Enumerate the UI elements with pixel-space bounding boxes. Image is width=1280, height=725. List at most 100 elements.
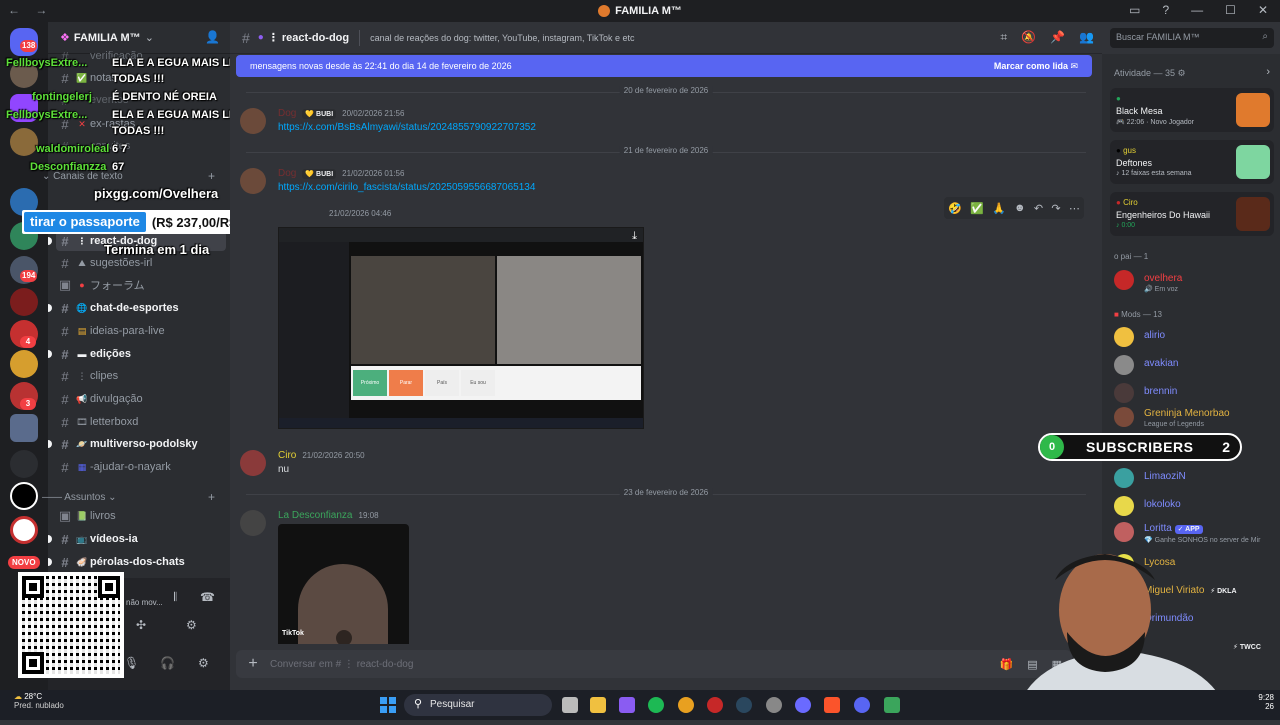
add-channel-icon[interactable]: +: [208, 169, 215, 183]
message-link[interactable]: https://x.com/cirilo_fascista/status/202…: [278, 182, 535, 193]
taskbar-search[interactable]: Pesquisar: [404, 694, 552, 716]
activity-card[interactable]: ● Black Mesa 🎮 22:06 · Novo Jogador: [1110, 88, 1274, 132]
server-icon[interactable]: [10, 482, 38, 510]
stream-chat-line: É DENTO NÉ OREIA: [112, 91, 217, 103]
settings-gear-icon[interactable]: ⚙: [198, 656, 209, 670]
message-author[interactable]: Dog: [278, 168, 296, 179]
member-name: Loritta ✓ APP: [1144, 523, 1203, 534]
activities-icon[interactable]: ✣: [136, 618, 146, 632]
download-icon[interactable]: ⤓: [632, 230, 637, 243]
new-messages-banner[interactable]: mensagens novas desde às 22:41 do dia 14…: [236, 55, 1092, 77]
search-input[interactable]: Buscar FAMILIA M™ ⌕: [1110, 28, 1274, 48]
member-item[interactable]: Greninja Menorbao League of Legends: [1114, 405, 1274, 429]
avatar[interactable]: [240, 108, 266, 134]
brave-icon[interactable]: [824, 697, 840, 713]
window-controls[interactable]: ▭ ? — ☐ ✕: [1129, 3, 1268, 17]
members-icon[interactable]: 👥: [1079, 30, 1094, 45]
inbox-icon[interactable]: ▭: [1129, 3, 1140, 17]
member-item[interactable]: lokoloko: [1114, 494, 1274, 518]
avatar[interactable]: [240, 168, 266, 194]
threads-icon[interactable]: ⌗: [1000, 30, 1007, 45]
reaction-icon[interactable]: ✅: [970, 202, 984, 215]
member-item[interactable]: avakian: [1114, 353, 1274, 377]
add-channel-icon[interactable]: +: [208, 490, 215, 504]
avatar[interactable]: [240, 510, 266, 536]
channel-videos-ia[interactable]: # 📺 vídeos-ia: [48, 529, 226, 549]
forward-icon[interactable]: ↷: [1051, 202, 1060, 215]
channel-letterboxd[interactable]: # 🎞 letterboxd: [56, 412, 226, 432]
member-item[interactable]: alirio: [1114, 325, 1274, 349]
message-composer[interactable]: + Conversar em # ⋮ react-do-dog 🎁 ▤ ▦: [236, 650, 1072, 678]
maximize-icon[interactable]: ☐: [1225, 3, 1236, 17]
channel-ajudar-o-nayark[interactable]: # ▦ -ajudar-o-nayark: [56, 457, 226, 477]
message-author[interactable]: Dog: [278, 108, 296, 119]
steam-icon[interactable]: [736, 697, 752, 713]
channel-topic[interactable]: canal de reações do dog: twitter, YouTub…: [370, 33, 634, 43]
channel-edicoes[interactable]: # ▬ edições: [48, 344, 226, 364]
channel-ideias-para-live[interactable]: # ▤ ideias-para-live: [56, 321, 226, 341]
chevron-right-icon[interactable]: ›: [1266, 66, 1270, 78]
opera-icon[interactable]: [707, 697, 723, 713]
microphone-icon[interactable]: 🎙: [124, 656, 139, 670]
more-icon[interactable]: ⋯: [1069, 202, 1080, 215]
soundboard-icon[interactable]: 𝄃: [174, 590, 177, 605]
message-input[interactable]: Conversar em # ⋮ react-do-dog: [270, 659, 413, 670]
avatar[interactable]: [240, 450, 266, 476]
file-explorer-icon[interactable]: [590, 697, 606, 713]
mark-as-read-button[interactable]: Marcar como lida ✉: [994, 61, 1078, 72]
close-icon[interactable]: ✕: [1258, 3, 1268, 17]
screen-share-icon[interactable]: ⚙: [186, 618, 197, 632]
activity-card[interactable]: ● Ciro Engenheiros Do Hawaii ♪ 0:00: [1110, 192, 1274, 236]
tiktok-embed[interactable]: TikTok: [278, 524, 409, 644]
app-icon[interactable]: [795, 697, 811, 713]
goal-label: tirar o passaporte: [24, 212, 146, 232]
task-view-icon[interactable]: [562, 697, 578, 713]
pin-icon[interactable]: 📌: [1050, 30, 1065, 45]
channel-divulgacao[interactable]: # 📢 divulgação: [56, 389, 226, 409]
chrome-icon[interactable]: [678, 697, 694, 713]
channel-multiverso-podolsky[interactable]: # 🪐 multiverso-podolsky: [48, 434, 226, 454]
image-attachment[interactable]: Próximo Parar País Eu sou ⤓: [278, 227, 644, 429]
minimize-icon[interactable]: —: [1191, 3, 1203, 17]
category-assuntos[interactable]: —— Assuntos ⌄: [42, 492, 117, 503]
add-reaction-icon[interactable]: ☻: [1014, 202, 1026, 214]
member-item[interactable]: ovelhera 🔊 Em voz: [1114, 268, 1274, 293]
member-item[interactable]: LimaoziN: [1114, 466, 1274, 490]
invite-people-icon[interactable]: 👤: [205, 30, 220, 44]
member-item[interactable]: brennin: [1114, 381, 1274, 405]
server-icon[interactable]: [10, 288, 38, 316]
mute-bell-icon[interactable]: 🔕: [1021, 30, 1036, 45]
play-icon[interactable]: [336, 630, 352, 644]
start-button[interactable]: [380, 697, 396, 713]
reaction-icon[interactable]: 🤣: [948, 202, 962, 215]
message-link[interactable]: https://x.com/BsBsAlmyawi/status/2024855…: [278, 122, 536, 133]
message-author[interactable]: La Desconfianza: [278, 510, 353, 521]
channel-perolas-dos-chats[interactable]: # 🦪 pérolas-dos-chats: [48, 552, 226, 572]
system-clock[interactable]: 9:28 26: [1258, 693, 1274, 711]
reply-icon[interactable]: ↶: [1034, 202, 1043, 215]
activity-card[interactable]: ● gus Deftones ♪ 12 faixas esta semana: [1110, 140, 1274, 184]
nav-arrows[interactable]: ← →: [8, 3, 53, 17]
server-icon[interactable]: [10, 350, 38, 378]
message-author[interactable]: Ciro: [278, 450, 296, 461]
channel-forum[interactable]: ▣ ● フォーラム: [56, 275, 226, 295]
headphones-icon[interactable]: 🎧: [160, 656, 175, 670]
help-icon[interactable]: ?: [1162, 3, 1169, 17]
channel-livros[interactable]: ▣ 📗 livros: [56, 506, 226, 526]
app-icon[interactable]: [884, 697, 900, 713]
channel-chat-de-esportes[interactable]: # 🌐 chat-de-esportes: [48, 298, 226, 318]
add-attachment-icon[interactable]: +: [236, 655, 270, 673]
spotify-icon[interactable]: [648, 697, 664, 713]
discord-taskbar-icon[interactable]: [854, 697, 870, 713]
app-grid-icon[interactable]: [619, 697, 635, 713]
disconnect-icon[interactable]: ☎: [200, 590, 215, 604]
server-icon[interactable]: [10, 414, 38, 442]
weather-widget[interactable]: ☁ 28°C Pred. nublado: [14, 692, 64, 710]
channel-clipes[interactable]: # ⋮ clipes: [56, 366, 226, 386]
app-icon[interactable]: [766, 697, 782, 713]
server-icon[interactable]: [10, 516, 38, 544]
reaction-icon[interactable]: 🙏: [992, 202, 1006, 215]
hash-icon: #: [61, 391, 69, 407]
folder-icon[interactable]: [10, 450, 38, 478]
server-icon[interactable]: [10, 128, 38, 156]
